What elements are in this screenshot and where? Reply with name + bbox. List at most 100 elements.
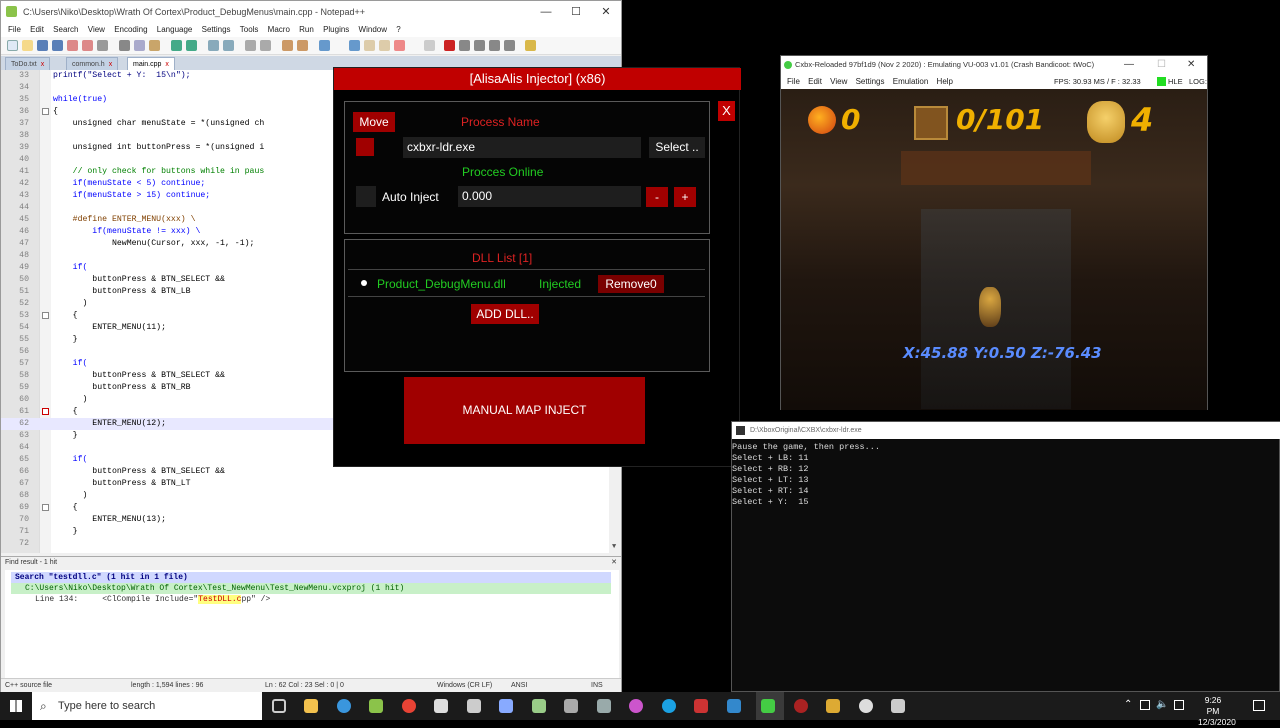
- function-list-icon[interactable]: [379, 40, 390, 51]
- save-macro-icon[interactable]: [504, 40, 515, 51]
- network-icon[interactable]: [1140, 700, 1150, 710]
- tab-todo[interactable]: ToDo.txt x: [5, 57, 51, 70]
- code-line[interactable]: 70 ENTER_MENU(13);: [1, 514, 621, 526]
- tab-close-icon[interactable]: x: [41, 61, 45, 68]
- zoom-in-icon[interactable]: [245, 40, 256, 51]
- app-icon-9[interactable]: [532, 699, 546, 713]
- taskbar-search-box[interactable]: ⌕ Type here to search: [32, 692, 262, 720]
- menu-file[interactable]: File: [8, 25, 21, 34]
- console-taskbar-icon[interactable]: [891, 699, 905, 713]
- record-macro-icon[interactable]: [444, 40, 455, 51]
- save-icon[interactable]: [37, 40, 48, 51]
- cxbx-menu-edit[interactable]: Edit: [808, 77, 822, 86]
- cxbx-menu-emulation[interactable]: Emulation: [893, 77, 929, 86]
- redo-icon[interactable]: [186, 40, 197, 51]
- plugin-icon[interactable]: [525, 40, 536, 51]
- start-button[interactable]: [10, 700, 22, 712]
- menu-search[interactable]: Search: [53, 25, 78, 34]
- print-icon[interactable]: [97, 40, 108, 51]
- paste-icon[interactable]: [149, 40, 160, 51]
- cxbx-menu-view[interactable]: View: [830, 77, 847, 86]
- select-process-button[interactable]: Select ..: [649, 137, 705, 158]
- show-all-chars-icon[interactable]: [319, 40, 330, 51]
- notification-icon[interactable]: [1253, 700, 1265, 711]
- close-file-icon[interactable]: [67, 40, 78, 51]
- close-icon[interactable]: ✕: [591, 1, 621, 23]
- app-icon-10[interactable]: [564, 699, 578, 713]
- find-result-close-icon[interactable]: ✕: [611, 557, 617, 569]
- wrap-icon[interactable]: [297, 40, 308, 51]
- copy-icon[interactable]: [134, 40, 145, 51]
- app-icon-15[interactable]: [727, 699, 741, 713]
- taskbar-clock[interactable]: 9:26 PM 12/3/2020: [1198, 695, 1236, 728]
- cxbx-menu-settings[interactable]: Settings: [856, 77, 885, 86]
- inject-delay-field[interactable]: 0.000: [458, 186, 641, 207]
- tab-close-icon[interactable]: x: [109, 61, 113, 68]
- code-line[interactable]: 67 buttonPress & BTN_LT: [1, 478, 621, 490]
- menu-help[interactable]: ?: [396, 25, 400, 34]
- tab-common[interactable]: common.h x: [66, 57, 119, 70]
- cxbx-taskbar-icon[interactable]: [761, 699, 775, 713]
- menu-plugins[interactable]: Plugins: [323, 25, 349, 34]
- menu-language[interactable]: Language: [157, 25, 193, 34]
- code-line[interactable]: 68 ): [1, 490, 621, 502]
- add-dll-button[interactable]: ADD DLL..: [471, 304, 539, 324]
- monitoring-icon[interactable]: [424, 40, 435, 51]
- close-icon[interactable]: ✕: [1187, 56, 1195, 74]
- code-line[interactable]: 72: [1, 538, 621, 550]
- tab-close-icon[interactable]: x: [165, 61, 169, 68]
- process-name-field[interactable]: cxbxr-ldr.exe: [403, 137, 641, 158]
- menu-run[interactable]: Run: [299, 25, 314, 34]
- chrome-icon[interactable]: [402, 699, 416, 713]
- fold-toggle-icon[interactable]: [42, 408, 49, 415]
- dll-name[interactable]: Product_DebugMenu.dll: [377, 277, 506, 291]
- app-icon-17[interactable]: [794, 699, 808, 713]
- excel-like-icon[interactable]: [434, 699, 448, 713]
- injector-close-button[interactable]: X: [718, 101, 735, 121]
- close-all-icon[interactable]: [82, 40, 93, 51]
- menu-macro[interactable]: Macro: [268, 25, 290, 34]
- cxbx-menu-help[interactable]: Help: [937, 77, 953, 86]
- find-search-summary[interactable]: Search "testdll.c" (1 hit in 1 file): [11, 572, 611, 583]
- move-button[interactable]: Move: [353, 112, 395, 132]
- find-results-panel[interactable]: Search "testdll.c" (1 hit in 1 file) C:\…: [5, 570, 619, 678]
- run-macro-icon[interactable]: [489, 40, 500, 51]
- fold-toggle-icon[interactable]: [42, 108, 49, 115]
- maximize-icon[interactable]: ☐: [1157, 56, 1166, 74]
- app-icon-11[interactable]: [597, 699, 611, 713]
- zoom-out-icon[interactable]: [260, 40, 271, 51]
- menu-settings[interactable]: Settings: [202, 25, 231, 34]
- menu-view[interactable]: View: [88, 25, 105, 34]
- save-all-icon[interactable]: [52, 40, 63, 51]
- find-file-entry[interactable]: C:\Users\Niko\Desktop\Wrath Of Cortex\Te…: [11, 583, 611, 594]
- notepadpp-taskbar-icon[interactable]: [369, 699, 383, 713]
- undo-icon[interactable]: [171, 40, 182, 51]
- task-view-icon[interactable]: [272, 699, 286, 713]
- menu-encoding[interactable]: Encoding: [114, 25, 147, 34]
- indent-guide-icon[interactable]: [349, 40, 360, 51]
- code-line[interactable]: 69 {: [1, 502, 621, 514]
- file-explorer-icon[interactable]: [304, 699, 318, 713]
- replace-icon[interactable]: [223, 40, 234, 51]
- play-macro-icon[interactable]: [474, 40, 485, 51]
- language-icon[interactable]: [1174, 700, 1184, 710]
- menu-window[interactable]: Window: [359, 25, 387, 34]
- auto-inject-checkbox[interactable]: [356, 186, 376, 207]
- delay-plus-button[interactable]: +: [674, 187, 696, 207]
- scroll-down-icon[interactable]: ▼: [612, 543, 616, 551]
- find-icon[interactable]: [208, 40, 219, 51]
- doc-map-icon[interactable]: [364, 40, 375, 51]
- new-file-icon[interactable]: [7, 40, 18, 51]
- menu-tools[interactable]: Tools: [240, 25, 259, 34]
- open-file-icon[interactable]: [22, 40, 33, 51]
- edge-legacy-icon[interactable]: [337, 699, 351, 713]
- app-icon-7[interactable]: [467, 699, 481, 713]
- cut-icon[interactable]: [119, 40, 130, 51]
- app-icon-19[interactable]: [859, 699, 873, 713]
- menu-edit[interactable]: Edit: [30, 25, 44, 34]
- find-hit-line[interactable]: Line 134: <ClCompile Include="TestDLL.cp…: [11, 594, 611, 605]
- code-line[interactable]: 71 }: [1, 526, 621, 538]
- app-icon-12[interactable]: [629, 699, 643, 713]
- stop-macro-icon[interactable]: [459, 40, 470, 51]
- minimize-icon[interactable]: —: [531, 1, 561, 23]
